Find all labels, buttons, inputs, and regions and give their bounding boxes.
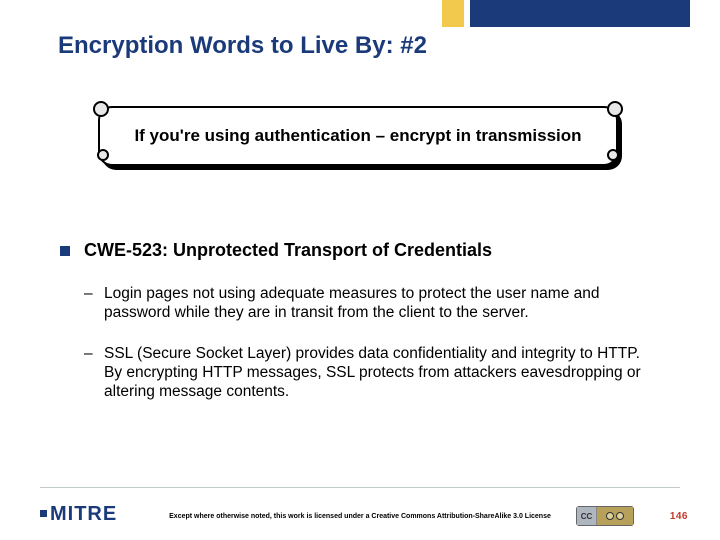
license-text: Except where otherwise noted, this work … <box>169 513 551 520</box>
logo-square-icon <box>40 510 47 517</box>
bullet-sub-text: SSL (Secure Socket Layer) provides data … <box>104 345 641 400</box>
scroll-ornament-icon <box>607 149 619 161</box>
accent-stripe-yellow <box>442 0 464 27</box>
callout-scroll: If you're using authentication – encrypt… <box>98 106 623 176</box>
footer-divider <box>40 487 680 488</box>
slide-title: Encryption Words to Live By: #2 <box>58 32 427 60</box>
bullet-level2: – Login pages not using adequate measure… <box>60 285 660 323</box>
slide: Encryption Words to Live By: #2 If you'r… <box>0 0 720 540</box>
bullet-level2: – SSL (Secure Socket Layer) provides dat… <box>60 345 660 402</box>
mitre-logo: MITRE <box>40 503 117 526</box>
cc-sa-icon <box>616 512 624 520</box>
page-number: 146 <box>670 511 688 522</box>
cc-badge-icon: CC <box>576 506 634 526</box>
dash-bullet-icon: – <box>84 345 93 364</box>
bullet-heading: CWE-523: Unprotected Transport of Creden… <box>84 240 492 260</box>
square-bullet-icon <box>60 246 70 256</box>
accent-stripe-blue <box>470 0 690 27</box>
cc-by-icon <box>606 512 614 520</box>
logo-text: MITRE <box>50 503 117 525</box>
callout-box: If you're using authentication – encrypt… <box>98 106 618 166</box>
body-content: CWE-523: Unprotected Transport of Creden… <box>60 240 660 424</box>
callout-text: If you're using authentication – encrypt… <box>134 126 581 146</box>
cc-icons <box>597 507 633 525</box>
bullet-level1: CWE-523: Unprotected Transport of Creden… <box>60 240 660 261</box>
scroll-ornament-icon <box>97 149 109 161</box>
bullet-sub-text: Login pages not using adequate measures … <box>104 285 599 321</box>
cc-label: CC <box>577 507 597 525</box>
dash-bullet-icon: – <box>84 285 93 304</box>
